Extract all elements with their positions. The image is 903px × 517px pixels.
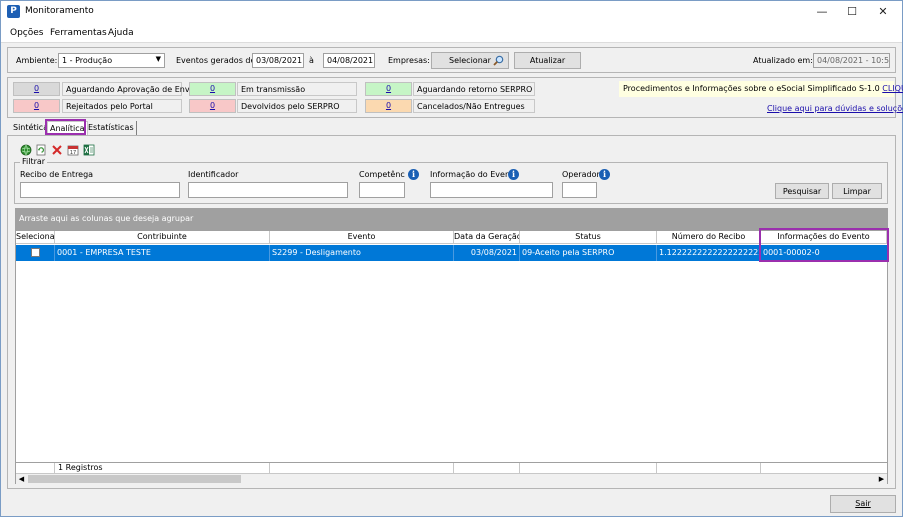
menu-ferramentas[interactable]: Ferramentas bbox=[50, 28, 107, 38]
tab-highlight-annotation bbox=[45, 119, 86, 135]
minimize-button[interactable]: — bbox=[808, 3, 836, 21]
esocial-info-text: Procedimentos e Informações sobre o eSoc… bbox=[623, 84, 880, 93]
group-by-bar[interactable]: Arraste aqui as colunas que deseja agrup… bbox=[16, 209, 887, 231]
scroll-right-icon[interactable]: ▶ bbox=[876, 474, 887, 484]
window-title: Monitoramento bbox=[25, 6, 94, 16]
row-data-geracao: 03/08/2021 bbox=[454, 245, 520, 261]
competencia-label: Competênc bbox=[359, 170, 405, 179]
status-label-em-transmissao: Em transmissão bbox=[237, 82, 357, 96]
ambiente-value: 1 - Produção bbox=[62, 56, 113, 65]
record-count: 1 Registros bbox=[55, 463, 270, 473]
footer-cell-blank bbox=[16, 463, 55, 473]
footer-cell-recibo bbox=[657, 463, 761, 473]
footer-cell-evento bbox=[270, 463, 454, 473]
info-evento-label: Informação do Evento bbox=[430, 170, 519, 179]
svg-text:17: 17 bbox=[70, 150, 76, 156]
info-evento-info-icon[interactable]: i bbox=[508, 169, 519, 180]
monitoramento-window: P Monitoramento — ☐ ✕ Opções Ferramentas… bbox=[0, 0, 903, 517]
column-header-evento[interactable]: Evento bbox=[270, 231, 454, 244]
status-count-em-transmissao[interactable]: 0 bbox=[189, 82, 236, 96]
recibo-label: Recibo de Entrega bbox=[20, 170, 94, 179]
column-header-data-geracao[interactable]: Data da Geração bbox=[454, 231, 520, 244]
info-evento-input[interactable] bbox=[430, 182, 553, 198]
competencia-input[interactable] bbox=[359, 182, 405, 198]
menu-opcoes[interactable]: Opções bbox=[10, 28, 43, 38]
atualizado-label: Atualizado em: bbox=[753, 56, 813, 65]
status-panel: 0 Aguardando Aprovação de Envio 0 Em tra… bbox=[7, 77, 903, 118]
calendar-icon[interactable]: 17 bbox=[67, 144, 79, 156]
date-to-input[interactable]: 04/08/2021 bbox=[323, 53, 375, 68]
scroll-thumb[interactable] bbox=[28, 475, 241, 483]
chevron-down-icon: ▼ bbox=[155, 55, 161, 63]
help-link[interactable]: Clique aqui para dúvidas e soluções bbox=[767, 104, 903, 113]
esocial-info-note: Procedimentos e Informações sobre o eSoc… bbox=[619, 81, 903, 97]
footer-cell-status bbox=[520, 463, 657, 473]
events-grid: Arraste aqui as colunas que deseja agrup… bbox=[15, 208, 888, 484]
column-header-status[interactable]: Status bbox=[520, 231, 657, 244]
status-label-aguardando-aprovacao: Aguardando Aprovação de Envio bbox=[62, 82, 197, 96]
column-highlight-annotation bbox=[759, 228, 889, 262]
footer-cell-data bbox=[454, 463, 520, 473]
grid-footer: 1 Registros bbox=[16, 462, 887, 473]
ambiente-label: Ambiente: bbox=[16, 56, 58, 65]
delete-icon[interactable] bbox=[51, 144, 63, 156]
status-count-cancelados[interactable]: 0 bbox=[365, 99, 412, 113]
maximize-button[interactable]: ☐ bbox=[838, 3, 866, 21]
row-select-cell[interactable] bbox=[16, 245, 55, 261]
ambiente-select[interactable]: 1 - Produção ▼ bbox=[58, 53, 165, 68]
operador-label: Operador bbox=[562, 170, 600, 179]
column-header-selecionar[interactable]: Selecionar bbox=[16, 231, 55, 244]
filter-title: Filtrar bbox=[20, 157, 48, 166]
globe-icon[interactable] bbox=[20, 144, 32, 156]
selecionar-button[interactable]: Selecionar bbox=[431, 52, 509, 69]
menu-bar: Opções Ferramentas Ajuda bbox=[1, 23, 902, 43]
atualizado-value: 04/08/2021 - 10:56 bbox=[813, 53, 890, 68]
date-from-input[interactable]: 03/08/2021 bbox=[252, 53, 304, 68]
sair-button[interactable]: Sair bbox=[830, 495, 896, 513]
eventos-label: Eventos gerados de: bbox=[176, 56, 259, 65]
limpar-button[interactable]: Limpar bbox=[832, 183, 882, 199]
toolbar-panel: Ambiente: 1 - Produção ▼ Eventos gerados… bbox=[7, 47, 896, 73]
pesquisar-button[interactable]: Pesquisar bbox=[775, 183, 829, 199]
row-evento: S2299 - Desligamento bbox=[270, 245, 454, 261]
date-separator: à bbox=[309, 56, 314, 65]
atualizar-button[interactable]: Atualizar bbox=[514, 52, 581, 69]
empresas-label: Empresas: bbox=[388, 56, 430, 65]
scroll-left-icon[interactable]: ◀ bbox=[16, 474, 27, 484]
status-count-devolvidos[interactable]: 0 bbox=[189, 99, 236, 113]
row-status: 09-Aceito pela SERPRO bbox=[520, 245, 657, 261]
identificador-input[interactable] bbox=[188, 182, 348, 198]
horizontal-scrollbar[interactable]: ◀ ▶ bbox=[16, 473, 887, 484]
refresh-document-icon[interactable] bbox=[35, 144, 47, 156]
operador-input[interactable] bbox=[562, 182, 597, 198]
magnifier-icon bbox=[493, 55, 504, 66]
app-icon: P bbox=[7, 5, 20, 18]
clique-aqui-link[interactable]: CLIQUE AQUI bbox=[882, 84, 903, 93]
menu-ajuda[interactable]: Ajuda bbox=[108, 28, 134, 38]
column-header-contribuinte[interactable]: Contribuinte bbox=[55, 231, 270, 244]
title-bar: P Monitoramento — ☐ ✕ bbox=[1, 1, 902, 23]
status-label-cancelados: Cancelados/Não Entregues bbox=[413, 99, 535, 113]
status-count-aguardando-aprovacao[interactable]: 0 bbox=[13, 82, 60, 96]
status-count-rejeitados[interactable]: 0 bbox=[13, 99, 60, 113]
status-label-aguardando-retorno: Aguardando retorno SERPRO bbox=[413, 82, 535, 96]
row-checkbox[interactable] bbox=[31, 248, 40, 257]
recibo-input[interactable] bbox=[20, 182, 180, 198]
tab-estatisticas[interactable]: Estatísticas bbox=[86, 121, 137, 135]
operador-info-icon[interactable]: i bbox=[599, 169, 610, 180]
selecionar-label: Selecionar bbox=[449, 56, 491, 65]
status-label-devolvidos: Devolvidos pelo SERPRO bbox=[237, 99, 357, 113]
status-count-aguardando-retorno[interactable]: 0 bbox=[365, 82, 412, 96]
row-numero-recibo: 1.1222222222222222222 bbox=[657, 245, 761, 261]
row-contribuinte: 0001 - EMPRESA TESTE bbox=[55, 245, 270, 261]
table-row[interactable]: 0001 - EMPRESA TESTE S2299 - Desligament… bbox=[16, 245, 887, 261]
competencia-info-icon[interactable]: i bbox=[408, 169, 419, 180]
status-label-rejeitados: Rejeitados pelo Portal bbox=[62, 99, 182, 113]
identificador-label: Identificador bbox=[188, 170, 239, 179]
close-button[interactable]: ✕ bbox=[869, 3, 897, 21]
column-header-numero-recibo[interactable]: Número do Recibo bbox=[657, 231, 761, 244]
excel-export-icon[interactable] bbox=[83, 144, 95, 156]
